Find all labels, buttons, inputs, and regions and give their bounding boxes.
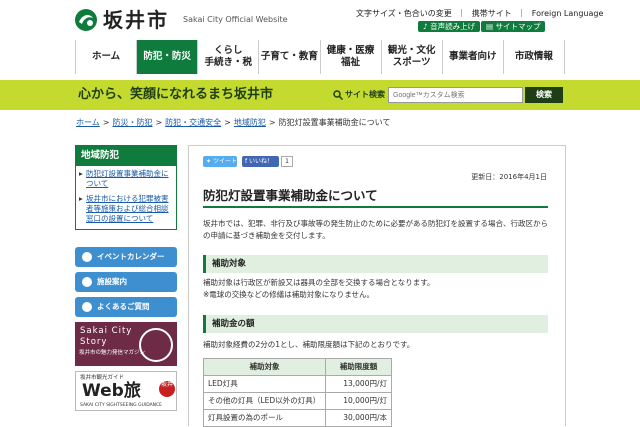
voice-reading-label: 音声読み上げ: [430, 22, 476, 31]
updated-date: 更新日：2016年4月1日: [471, 173, 547, 181]
facility-guide-button[interactable]: 施設案内: [75, 272, 177, 292]
breadcrumb-separator: >: [224, 118, 231, 127]
city-logo-icon[interactable]: [74, 8, 98, 32]
table-cell: LED灯具: [203, 375, 326, 393]
story-banner-line1: Sakai City: [80, 326, 133, 336]
facebook-like-button[interactable]: f いいね！: [242, 156, 279, 167]
table-cell: 30,000円/本: [325, 409, 392, 427]
table-cell: 13,000円/灯: [325, 375, 392, 393]
tweet-button[interactable]: ✦ ツイート: [203, 156, 237, 167]
sitemap-label: サイトマップ: [495, 22, 541, 31]
intro-text: 坂井市では、犯罪、非行及び事故等の発生防止のために必要がある防犯灯を設置する場合…: [203, 219, 548, 240]
nav-business[interactable]: 事業者向け: [442, 40, 504, 74]
text-size-link[interactable]: 文字サイズ・色合いの変更: [356, 9, 452, 18]
nav-health-label: 健康・医療 福祉: [326, 45, 375, 68]
tagline-banner: 心から、笑顔になれるまち坂井市 サイト検索 検索: [0, 80, 640, 110]
subsidy-table: 補助対象 補助限度額 LED灯具 13,000円/灯 その他の灯具（LED以外の…: [203, 358, 392, 427]
breadcrumb-local-crime[interactable]: 地域防犯: [234, 118, 266, 127]
breadcrumb-separator: >: [155, 118, 163, 127]
voice-reading-button[interactable]: ♪ 音声読み上げ: [418, 21, 481, 32]
section-heading-target: 補助対象: [203, 255, 548, 273]
story-banner-line3: 坂井市の魅力発信マガジン: [79, 350, 146, 356]
sidebar-link-victim-support[interactable]: 坂井市における犯罪被害者等施策および総合相談窓口の設置について: [76, 191, 176, 226]
nav-living[interactable]: くらし 手続き・税: [198, 40, 260, 74]
search-input[interactable]: [388, 87, 523, 103]
target-description: 補助対象は行政区が新設又は器具の全部を交換する場合となります。: [203, 278, 435, 287]
table-row: 灯具設置の為のポール 30,000円/本: [203, 409, 392, 427]
tweet-label: ツイート: [212, 158, 237, 165]
breadcrumb-safety[interactable]: 防犯・交通安全: [165, 118, 221, 127]
table-row: LED灯具 13,000円/灯: [203, 375, 392, 393]
sidebar-link-streetlight[interactable]: 防犯灯設置事業補助金について: [76, 166, 176, 191]
utility-links: 文字サイズ・色合いの変更 ｜ 携帯サイト ｜ Foreign Language: [356, 9, 609, 19]
smile-logo-icon: [139, 328, 173, 362]
site-header: 坂井市 Sakai City Official Website 文字サイズ・色合…: [0, 0, 640, 40]
sidebar-title: 地域防犯: [76, 146, 176, 166]
separator: ｜: [517, 9, 526, 18]
table-cell: 10,000円/灯: [325, 392, 392, 410]
breadcrumb-disaster[interactable]: 防災・防犯: [112, 118, 152, 127]
web-tabi-banner[interactable]: 坂井市観光ガイド Web旅 SAKAI CITY SIGHTSEEING GUI…: [75, 371, 177, 411]
separator: ｜: [457, 9, 466, 18]
target-text-block: 補助対象は行政区が新設又は器具の全部を交換する場合となります。 ※電球の交換など…: [203, 277, 548, 301]
nav-childcare[interactable]: 子育て・教育: [259, 40, 321, 74]
site-name[interactable]: 坂井市: [103, 8, 169, 32]
twitter-icon: ✦: [206, 158, 212, 165]
faq-label: よくあるご質問: [97, 302, 150, 311]
title-divider: [203, 206, 548, 208]
main-content: ✦ ツイート f いいね！ 1 更新日：2016年4月1日 防犯灯設置事業補助金…: [188, 145, 566, 427]
faq-button[interactable]: よくあるご質問: [75, 297, 177, 317]
foreign-language-link[interactable]: Foreign Language: [532, 9, 604, 18]
question-icon: [82, 302, 92, 312]
table-header-row: 補助対象 補助限度額: [203, 358, 392, 376]
amount-description: 補助対象経費の2分の1とし、補助限度額は下記のとおりです。: [203, 340, 415, 349]
calendar-icon: [82, 252, 92, 262]
like-label: いいね！: [249, 158, 274, 165]
search-button[interactable]: 検索: [525, 87, 563, 103]
section-heading-amount: 補助金の額: [203, 315, 548, 333]
sidebar-local-crime: 地域防犯 防犯灯設置事業補助金について 坂井市における犯罪被害者等施策および総合…: [75, 145, 177, 230]
breadcrumb-current: 防犯灯設置事業補助金について: [278, 118, 391, 127]
table-cell: 灯具設置の為のポール: [203, 409, 326, 427]
mobile-site-link[interactable]: 携帯サイト: [472, 9, 512, 18]
table-cell: その他の灯具（LED以外の灯具）: [203, 392, 326, 410]
facebook-icon: f: [245, 158, 248, 165]
event-calendar-button[interactable]: イベントカレンダー: [75, 247, 177, 267]
nav-tourism[interactable]: 観光・文化 スポーツ: [381, 40, 443, 74]
webtabi-line3: SAKAI CITY SIGHTSEEING GUIDANCE: [80, 403, 163, 408]
nav-health[interactable]: 健康・医療 福祉: [320, 40, 382, 74]
like-count: 1: [281, 156, 293, 167]
event-calendar-label: イベントカレンダー: [97, 252, 165, 261]
page-title: 防犯灯設置事業補助金について: [203, 188, 378, 203]
facility-guide-label: 施設案内: [97, 277, 127, 286]
story-banner-line2: Story: [80, 337, 108, 347]
webtabi-badge: 坂井: [159, 381, 175, 397]
nav-crime-disaster[interactable]: 防犯・防災: [137, 40, 199, 74]
global-nav: ホーム 防犯・防災 くらし 手続き・税 子育て・教育 健康・医療 福祉 観光・文化ス…: [75, 40, 565, 74]
search-icon: [333, 90, 343, 100]
breadcrumb-home[interactable]: ホーム: [76, 118, 100, 127]
tagline: 心から、笑顔になれるまち坂井市: [78, 87, 274, 102]
sakai-city-story-banner[interactable]: Sakai City Story 坂井市の魅力発信マガジン: [75, 322, 177, 366]
breadcrumb-separator: >: [102, 118, 110, 127]
target-note: ※電球の交換などの修繕は補助対象になりません。: [203, 290, 375, 299]
site-search-label: サイト検索: [345, 90, 385, 99]
table-header: 補助対象: [203, 358, 326, 376]
breadcrumb: ホーム > 防災・防犯 > 防犯・交通安全 > 地域防犯 > 防犯灯設置事業補助金について: [76, 118, 390, 128]
building-icon: [82, 277, 92, 287]
table-header: 補助限度額: [325, 358, 392, 376]
breadcrumb-separator: >: [268, 118, 276, 127]
webtabi-line2: Web旅: [82, 381, 141, 401]
nav-home[interactable]: ホーム: [76, 40, 138, 74]
site-subtitle: Sakai City Official Website: [183, 15, 288, 24]
table-row: その他の灯具（LED以外の灯具） 10,000円/灯: [203, 392, 392, 410]
nav-living-label: くらし 手続き・税: [204, 45, 253, 68]
sitemap-button[interactable]: ▤ サイトマップ: [481, 21, 546, 32]
nav-city-info[interactable]: 市政情報: [503, 40, 565, 74]
nav-tourism-label: 観光・文化 スポーツ: [387, 45, 436, 68]
